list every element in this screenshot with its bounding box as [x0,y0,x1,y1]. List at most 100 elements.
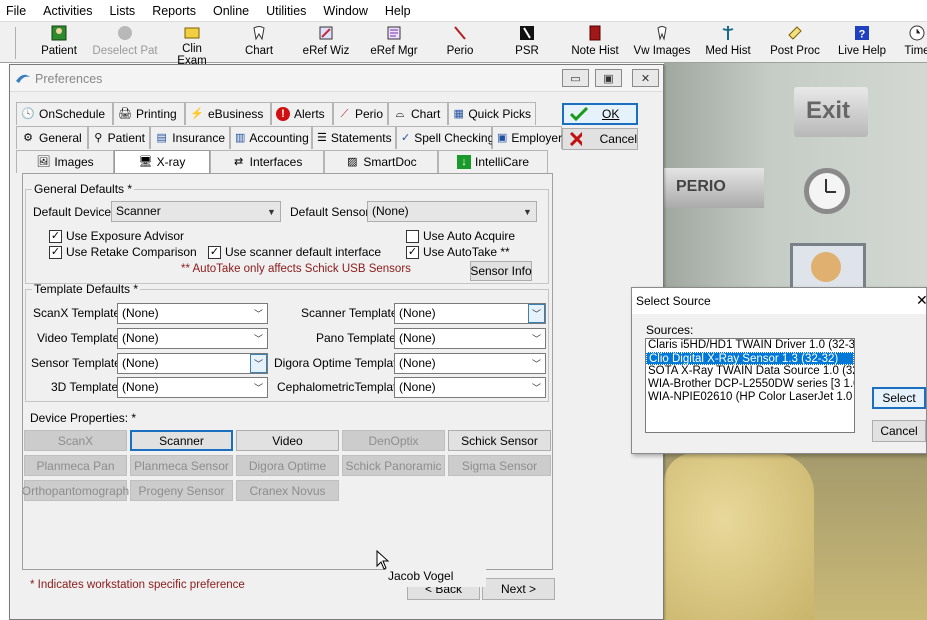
orthopantomograph-device-button[interactable]: Orthopantomograph [22,480,129,501]
sources-list[interactable]: Claris i5HD/HD1 TWAIN Driver 1.0 (32-32)… [645,338,855,433]
tab-patient[interactable]: ⚲ Patient [88,126,150,149]
tab-accounting[interactable]: ▥ Accounting [230,126,312,149]
live-help-button[interactable]: ? Live Help [838,24,886,62]
perio-sign: PERIO [664,168,764,208]
tab-alerts[interactable]: ! Alerts [271,102,333,125]
planmeca-sensor-device-button[interactable]: Planmeca Sensor [130,455,233,476]
tab-onschedule[interactable]: 🕓 OnSchedule [16,102,113,125]
tab-ebusiness[interactable]: ⚡ eBusiness [185,102,271,125]
select-button[interactable]: Select [872,387,926,409]
select-source-title-bar[interactable]: Select Source ✕ [632,288,927,314]
list-item-selected[interactable]: Clio Digital X-Ray Sensor 1.3 (32-32) [646,352,854,365]
planmeca-pan-device-button[interactable]: Planmeca Pan [24,455,127,476]
time-button[interactable]: Time [900,24,927,62]
progeny-sensor-device-button[interactable]: Progeny Sensor [130,480,233,501]
med-hist-button[interactable]: Med Hist [705,24,751,62]
minimize-button[interactable]: ▭ [562,69,589,87]
tab-images[interactable]: 🖼 Images [16,150,114,173]
employer-icon: ▣ [497,132,508,144]
tab-statements[interactable]: ☰ Statements [312,126,396,149]
source-cancel-button[interactable]: Cancel [872,420,926,442]
eref-wiz-button[interactable]: eRef Wiz [300,24,352,62]
schick-sensor-device-button[interactable]: Schick Sensor [448,430,551,451]
scanner-template-select[interactable]: (None) ﹀ [394,303,546,324]
denoptix-device-button[interactable]: DenOptix [342,430,445,451]
scanner-device-button[interactable]: Scanner [130,430,233,451]
list-item[interactable]: SOTA X-Ray TWAIN Data Source 1.0 (32-32) [646,365,854,378]
tab-x-ray[interactable]: 🖥 X-ray [114,150,210,173]
close-button[interactable]: ✕ [632,69,659,87]
close-icon[interactable]: ✕ [916,292,927,309]
use-auto-acquire-checkbox[interactable]: Use Auto Acquire [406,229,515,243]
exit-sign: Exit [794,87,868,137]
menu-utilities[interactable]: Utilities [266,4,306,18]
menu-help[interactable]: Help [385,4,411,18]
video-template-select[interactable]: (None) ﹀ [117,328,268,349]
default-sensor-select[interactable]: (None) ▼ [367,201,537,222]
perio-button[interactable]: Perio [444,24,476,62]
eref-mgr-button[interactable]: eRef Mgr [368,24,420,62]
tab-intellicare[interactable]: ↓ IntelliCare [438,150,548,173]
preferences-title-bar[interactable]: Preferences ▭ ▣ ✕ [10,65,663,92]
maximize-button[interactable]: ▣ [595,69,622,87]
next-button[interactable]: Next > [482,578,555,600]
clin-exam-icon [183,24,201,40]
sources-label: Sources: [646,323,694,337]
cephalometric-template-select[interactable]: (None) ﹀ [394,377,546,398]
scanner-template-label: Scanner Template: [301,306,401,320]
chart-button[interactable]: Chart [240,24,278,62]
green-check-icon [570,107,588,121]
sensor-info-button[interactable]: Sensor Info [470,261,532,281]
tab-smartdoc[interactable]: ▨ SmartDoc [324,150,438,173]
tooth-chart-icon [250,24,268,42]
tab-perio[interactable]: ⟋ Perio [333,102,388,125]
default-device-select[interactable]: Scanner ▼ [111,201,281,222]
cancel-button[interactable]: Cancel [562,128,638,150]
menu-lists[interactable]: Lists [109,4,135,18]
menu-activities[interactable]: Activities [43,4,92,18]
tab-general[interactable]: ⚙ General [16,126,88,149]
tab-row-2: ⚙ General ⚲ Patient ▤ Insurance ▥ Accounting… [16,126,562,149]
chevron-down-icon: ﹀ [250,354,267,373]
use-autotake-checkbox[interactable]: ✓ Use AutoTake ** [406,245,510,259]
tab-printing[interactable]: 🖨 Printing [113,102,185,125]
list-item[interactable]: Claris i5HD/HD1 TWAIN Driver 1.0 (32-32) [646,339,854,352]
menu-reports[interactable]: Reports [152,4,196,18]
use-exposure-advisor-checkbox[interactable]: ✓ Use Exposure Advisor [49,229,184,243]
tab-employer[interactable]: ▣ Employer [492,126,562,149]
post-proc-button[interactable]: Post Proc [770,24,820,62]
cranex-novus-device-button[interactable]: Cranex Novus [236,480,339,501]
sigma-sensor-device-button[interactable]: Sigma Sensor [448,455,551,476]
sensor-template-select[interactable]: (None) ﹀ [117,353,268,374]
deselect-patient-button[interactable]: Deselect Pat [92,24,158,62]
3d-template-label: 3D Template: [51,380,122,394]
tab-quick-picks[interactable]: ▦ Quick Picks [448,102,536,125]
3d-template-select[interactable]: (None) ﹀ [117,377,268,398]
tab-interfaces[interactable]: ⇄ Interfaces [210,150,324,173]
video-device-button[interactable]: Video [236,430,339,451]
scanx-device-button[interactable]: ScanX [24,430,127,451]
tab-spell-checking[interactable]: ✓ Spell Checking [396,126,494,149]
clin-exam-button[interactable]: Clin Exam [166,24,218,67]
use-scanner-default-interface-checkbox[interactable]: ✓ Use scanner default interface [208,245,381,259]
use-retake-comparison-checkbox[interactable]: ✓ Use Retake Comparison [49,245,197,259]
schick-panoramic-device-button[interactable]: Schick Panoramic [342,455,445,476]
tab-insurance[interactable]: ▤ Insurance [150,126,230,149]
menu-window[interactable]: Window [323,4,367,18]
note-hist-button[interactable]: Note Hist [570,24,620,62]
scanx-template-select[interactable]: (None) ﹀ [117,303,268,324]
tab-chart[interactable]: ⌓ Chart [388,102,448,125]
menu-online[interactable]: Online [213,4,249,18]
patient-button[interactable]: Patient [36,24,82,62]
menu-file[interactable]: File [6,4,26,18]
list-item[interactable]: WIA-Brother DCP-L2550DW series [3 1.0 (3… [646,378,854,391]
pano-template-label: Pano Template: [316,331,400,345]
psr-button[interactable]: PSR [512,24,542,62]
vw-images-button[interactable]: Vw Images [633,24,691,62]
list-item[interactable]: WIA-NPIE02610 (HP Color LaserJet 1.0 (32… [646,391,854,404]
ok-button[interactable]: OK [562,103,638,125]
digora-optime-device-button[interactable]: Digora Optime [236,455,339,476]
device-properties-label: Device Properties: * [30,411,137,425]
pano-template-select[interactable]: (None) ﹀ [394,328,546,349]
digora-optime-template-select[interactable]: (None) ﹀ [394,353,546,374]
